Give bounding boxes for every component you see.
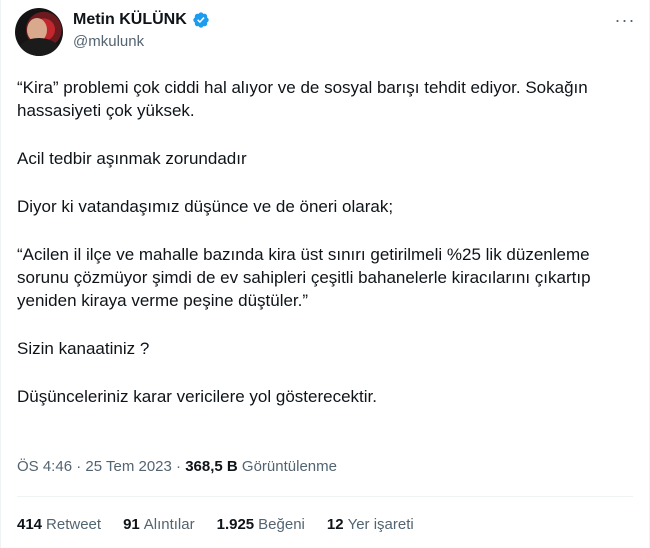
more-options-icon[interactable]: ···	[613, 10, 637, 30]
bookmarks-label: Yer işareti	[347, 516, 414, 533]
author-handle[interactable]: @mkulunk	[73, 33, 210, 50]
tweet-paragraph: Sizin kanaatiniz ?	[17, 339, 150, 358]
tweet-time[interactable]: ÖS 4:46	[17, 458, 72, 475]
avatar-body	[19, 38, 59, 56]
tweet-paragraph: Acil tedbir aşınmak zorundadır	[17, 149, 247, 168]
bookmarks-stat[interactable]: 12 Yer işareti	[327, 516, 414, 533]
tweet-paragraph: “Kira” problemi çok ciddi hal alıyor ve …	[17, 78, 588, 120]
name-row: Metin KÜLÜNK	[73, 11, 210, 29]
likes-label: Beğeni	[258, 516, 305, 533]
views-label: Görüntülenme	[241, 458, 337, 475]
quotes-count: 91	[123, 516, 140, 533]
tweet-paragraph: Diyor ki vatandaşımız düşünce ve de öner…	[17, 197, 394, 216]
author-name[interactable]: Metin KÜLÜNK	[73, 11, 187, 29]
tweet-paragraph: “Acilen il ilçe ve mahalle bazında kira …	[17, 245, 591, 310]
avatar[interactable]	[15, 8, 63, 56]
verified-badge-icon	[193, 12, 209, 28]
retweets-stat[interactable]: 414 Retweet	[17, 516, 101, 533]
user-info: Metin KÜLÜNK @mkulunk	[73, 11, 210, 50]
tweet-meta: ÖS 4:46 · 25 Tem 2023 · 368,5 B Görüntül…	[17, 458, 337, 475]
engagement-stats: 414 Retweet 91 Alıntılar 1.925 Beğeni 12 Yer…	[17, 516, 414, 533]
retweets-label: Retweet	[46, 516, 102, 533]
views-count: 368,5 B	[185, 458, 238, 475]
meta-separator: ·	[176, 458, 182, 475]
quotes-stat[interactable]: 91 Alıntılar	[123, 516, 195, 533]
likes-stat[interactable]: 1.925 Beğeni	[217, 516, 305, 533]
bookmarks-count: 12	[326, 516, 344, 533]
divider	[17, 496, 633, 497]
tweet-paragraph: Düşünceleriniz karar vericilere yol göst…	[17, 387, 377, 406]
retweets-count: 414	[17, 516, 43, 533]
tweet-date[interactable]: 25 Tem 2023	[85, 458, 171, 475]
tweet-card: Metin KÜLÜNK @mkulunk ··· “Kira” problem…	[0, 0, 650, 548]
likes-count: 1.925	[216, 516, 255, 533]
tweet-text: “Kira” problemi çok ciddi hal alıyor ve …	[17, 76, 637, 408]
meta-separator: ·	[76, 458, 82, 475]
quotes-label: Alıntılar	[143, 516, 195, 533]
